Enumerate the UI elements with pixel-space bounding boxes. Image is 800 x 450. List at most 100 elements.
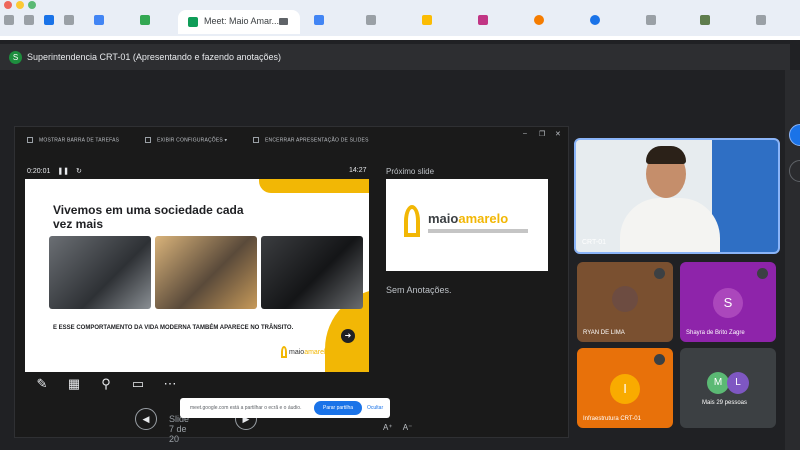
event-banner [712,140,778,252]
minimize-window-icon[interactable] [16,1,24,9]
presenter-view-window: MOSTRAR BARRA DE TAREFAS EXIBIR CONFIGUR… [14,126,569,444]
maximize-window-icon[interactable] [28,1,36,9]
tab-icon[interactable] [94,15,104,25]
avatar: L [727,372,749,394]
slide-photo-street [155,236,257,309]
camera-icon [279,18,288,25]
current-slide: Vivemos em uma sociedade cada vez mais E… [25,179,369,372]
participant-tile[interactable]: RYAN DE LIMA [577,262,673,342]
text-size-controls: A⁺ A⁻ [383,423,412,432]
next-slide-brand: maioamarelo [428,211,508,226]
brand-suffix: amarelo [458,211,509,226]
tab-icon[interactable] [4,15,14,25]
previous-slide-icon[interactable]: ◀ [135,408,157,430]
next-slide-preview[interactable]: maioamarelo [386,179,548,271]
speaker-hair [646,146,686,164]
close-window-icon[interactable] [4,1,12,9]
tab-icon[interactable] [646,15,656,25]
tab-meet[interactable]: Meet: Maio Amar... [178,10,300,34]
elapsed-timer: 0:20:01 ❚❚ ↻ [27,167,82,175]
brand-prefix: maio [289,349,305,356]
more-participants-tile[interactable]: M L Mais 29 pessoas [680,348,776,428]
tab-icon[interactable] [590,15,600,25]
tab-icon[interactable] [140,15,150,25]
side-action-button[interactable] [789,160,800,182]
brand-suffix: amarelo [304,349,330,356]
avatar: M [707,372,729,394]
side-panel-edge [785,70,800,450]
participant-tile[interactable]: S Shayra de Brito Zagre [680,262,776,342]
tab-icon[interactable] [422,15,432,25]
tab-title: Meet: Maio Amar... [204,16,280,26]
display-icon [145,137,151,143]
tab-icon[interactable] [44,15,54,25]
end-slideshow-label: ENCERRAR APRESENTAÇÃO DE SLIDES [265,137,369,144]
decrease-text-icon[interactable]: A⁻ [403,423,413,432]
show-taskbar-label: MOSTRAR BARRA DE TAREFAS [39,137,120,144]
stop-sharing-button[interactable]: Parar partilha [314,401,362,415]
grid-view-icon[interactable]: ▦ [65,375,83,393]
screen-share-notice: meet.google.com está a partilhar o ecrã … [180,398,390,418]
timer-value: 0:20:01 [27,168,51,175]
share-message: meet.google.com está a partilhar o ecrã … [190,405,302,411]
speaker-body [620,198,720,252]
participant-name: Shayra de Brito Zagre [686,330,745,336]
hide-notice-link[interactable]: Ocultar [367,405,383,411]
slide-heading: Vivemos em uma sociedade cada vez mais [53,203,244,231]
next-slide-label: Próximo slide [386,167,435,176]
screen-icon[interactable]: ▭ [129,375,147,393]
slide-yellow-bar [259,179,369,193]
increase-text-icon[interactable]: A⁺ [383,423,393,432]
meet-icon [188,17,198,27]
avatar: I [610,374,640,404]
pen-icon[interactable]: ✎ [33,375,51,393]
taskbar-icon [27,137,33,143]
slide-counter: Slide 7 de 20 [169,414,190,444]
pause-icon[interactable]: ❚❚ [57,168,69,175]
tab-icon[interactable] [314,15,324,25]
browser-tab-strip: Meet: Maio Amar... [0,0,800,36]
presenter-avatar: S [9,51,22,64]
minimize-icon[interactable]: – [523,130,527,137]
tab-icon[interactable] [478,15,488,25]
tab-icon[interactable] [24,15,34,25]
arrow-right-icon: ➜ [341,329,355,343]
reset-timer-icon[interactable]: ↻ [76,168,82,175]
tab-icon[interactable] [366,15,376,25]
more-options-icon[interactable]: ⋯ [161,375,179,393]
close-icon[interactable]: ✕ [555,130,561,138]
meeting-title: Superintendencia CRT-01 (Apresentando e … [27,52,282,62]
restore-icon[interactable]: ❐ [539,130,545,138]
slide-brand-logo: maioamarelo [289,349,329,356]
tab-icon[interactable] [64,15,74,25]
more-participants-label: Mais 29 pessoas [702,400,748,406]
zoom-icon[interactable]: ⚲ [97,375,115,393]
slide-caption: E ESSE COMPORTAMENTO DA VIDA MODERNA TAM… [53,325,294,331]
slide-photo-steering [261,236,363,309]
tab-icon[interactable] [534,15,544,25]
clock: 14:27 [349,167,367,174]
display-settings-label: EXIBIR CONFIGURAÇÕES ▾ [157,137,228,144]
mic-off-icon [757,268,768,279]
avatar: S [713,288,743,318]
brand-prefix: maio [428,211,459,226]
participant-name: RYAN DE LIMA [583,330,625,336]
participant-tile-speaker[interactable]: CRT-01 [574,138,780,254]
participant-tile[interactable]: I Infraestrutura CRT-01 [577,348,673,428]
yellow-ribbon-logo [281,346,287,358]
show-taskbar-button[interactable]: MOSTRAR BARRA DE TAREFAS [27,137,119,143]
participant-name: Infraestrutura CRT-01 [583,416,641,422]
end-slideshow-icon [253,137,259,143]
yellow-ribbon-logo [404,205,420,237]
speaker-notes: Sem Anotações. [386,285,452,295]
mic-off-icon [654,354,665,365]
brand-tagline [428,229,528,233]
tab-icon[interactable] [700,15,710,25]
participant-name: CRT-01 [582,239,606,246]
side-action-button[interactable] [789,124,800,146]
tab-icon[interactable] [756,15,766,25]
avatar [612,286,638,312]
display-settings-button[interactable]: EXIBIR CONFIGURAÇÕES ▾ [145,137,227,143]
end-slideshow-button[interactable]: ENCERRAR APRESENTAÇÃO DE SLIDES [253,137,369,143]
mic-off-icon [654,268,665,279]
